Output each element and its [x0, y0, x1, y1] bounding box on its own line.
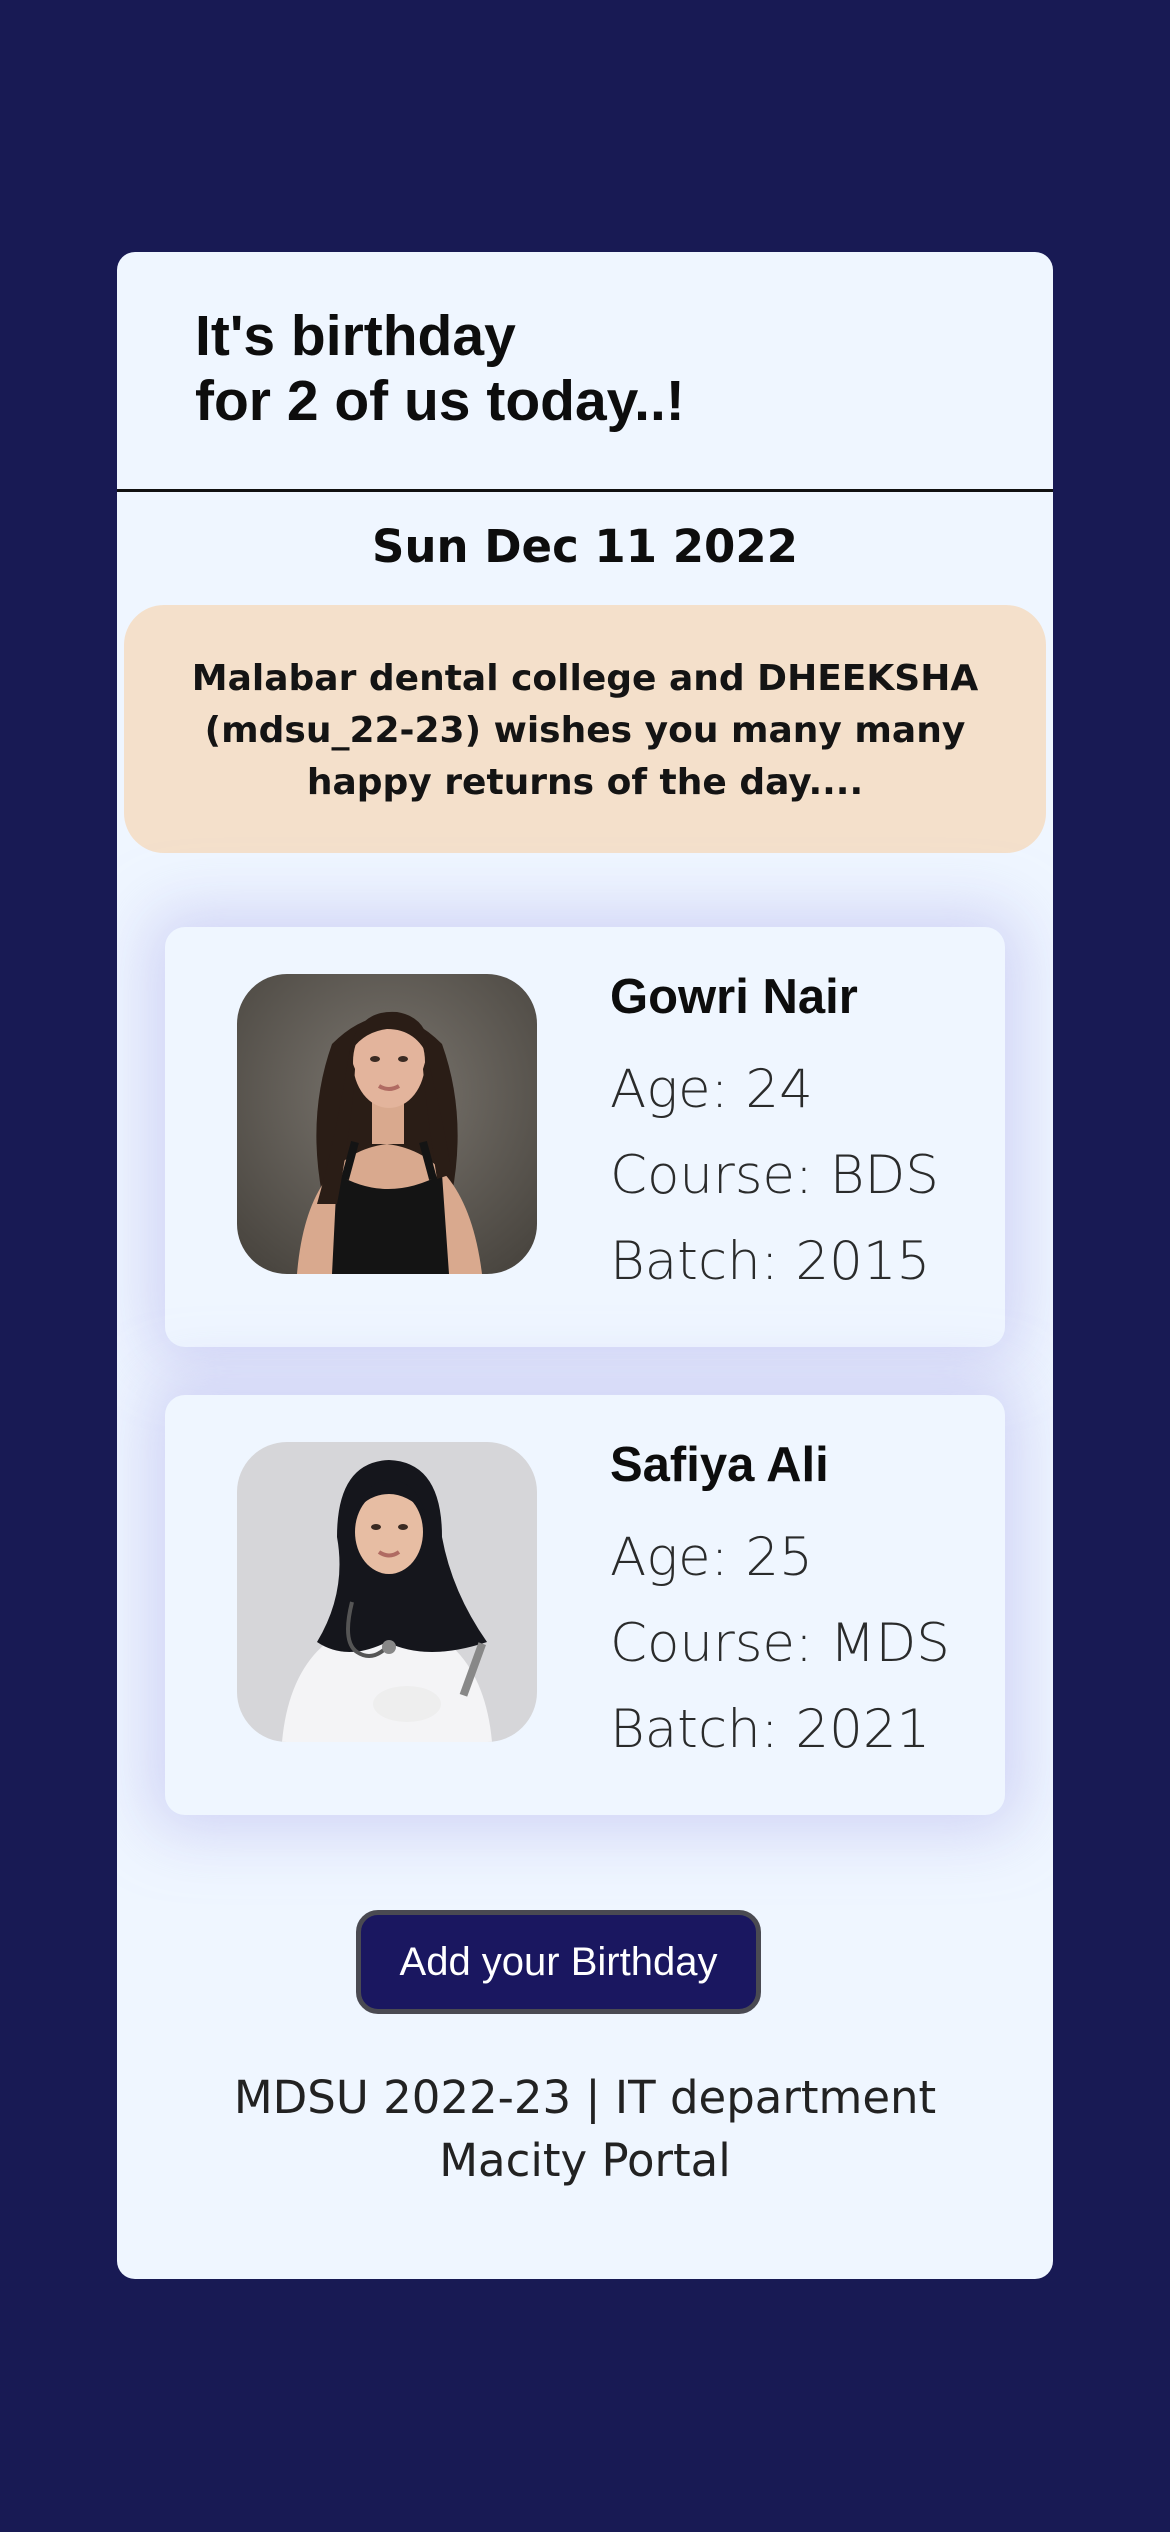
profile-age: Age: 24 [610, 1059, 813, 1120]
profile-batch: Batch: 2021 [610, 1699, 931, 1760]
profile-course: Course: MDS [610, 1613, 950, 1674]
page-title: It's birthday for 2 of us today..! [195, 304, 1053, 434]
title-line-1: It's birthday [195, 304, 516, 368]
date-label: Sun Dec 11 2022 [372, 520, 798, 573]
birthday-card: It's birthday for 2 of us today..! Sun D… [117, 252, 1053, 2279]
profile-photo [237, 1442, 537, 1742]
greeting-text: Malabar dental college and DHEEKSHA (mds… [191, 658, 979, 803]
profile-card: Gowri Nair Age: 24 Course: BDS Batch: 20… [165, 927, 1005, 1347]
footer-line-1: MDSU 2022-23 | IT department [233, 2071, 937, 2124]
footer-line-2: Macity Portal [439, 2134, 731, 2187]
profile-info: Safiya Ali Age: 25 Course: MDS Batch: 20… [610, 1435, 950, 1773]
footer: MDSU 2022-23 | IT department Macity Port… [117, 2066, 1053, 2192]
card-header: It's birthday for 2 of us today..! [117, 252, 1053, 492]
profile-age: Age: 25 [610, 1527, 813, 1588]
profile-name: Gowri Nair [610, 970, 858, 1024]
profile-info: Gowri Nair Age: 24 Course: BDS Batch: 20… [610, 967, 939, 1305]
title-line-2: for 2 of us today..! [195, 369, 685, 433]
profile-card: Safiya Ali Age: 25 Course: MDS Batch: 20… [165, 1395, 1005, 1815]
profile-name: Safiya Ali [610, 1438, 829, 1492]
profile-photo [237, 974, 537, 1274]
greeting-banner: Malabar dental college and DHEEKSHA (mds… [124, 605, 1046, 853]
person-photo-icon [237, 1442, 537, 1742]
profile-batch: Batch: 2015 [610, 1231, 931, 1292]
person-photo-icon [237, 974, 537, 1274]
add-birthday-button[interactable]: Add your Birthday [356, 1910, 761, 2014]
profile-course: Course: BDS [610, 1145, 939, 1206]
